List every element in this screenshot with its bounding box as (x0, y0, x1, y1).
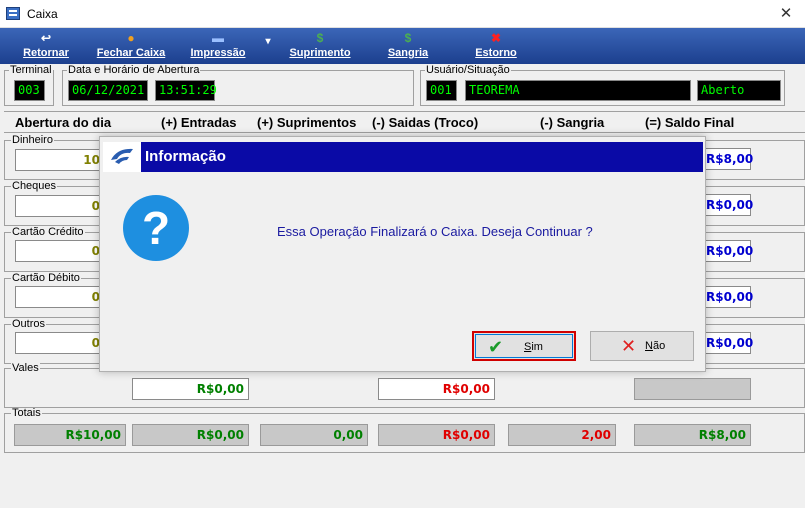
money-bag-icon: $ (404, 31, 412, 45)
confirmation-dialog: Informação ? Essa Operação Finalizará o … (99, 136, 706, 372)
printer-icon: ▬ (212, 31, 224, 45)
vales-saldo-field (634, 378, 751, 400)
red-x-icon: ✖ (490, 31, 502, 45)
header-sangria: (-) Sangria (540, 115, 605, 130)
usuario-label: Usuário/Situação (425, 64, 511, 76)
row-vales: Vales R$0,00 R$0,00 (4, 363, 805, 408)
debito-abertura-field[interactable]: 0 (15, 286, 105, 308)
dialog-body: ? Essa Operação Finalizará o Caixa. Dese… (103, 172, 704, 368)
undo-icon: ↩ (40, 31, 52, 45)
outros-abertura-field[interactable]: 0 (15, 332, 105, 354)
dialog-title: Informação (141, 142, 703, 172)
abertura-date-field: 06/12/2021 (68, 80, 148, 101)
terminal-label: Terminal (9, 64, 53, 76)
credito-abertura-field[interactable]: 0 (15, 240, 105, 262)
header-abertura: Abertura do dia (15, 115, 112, 130)
total-entradas: R$0,00 (132, 424, 249, 446)
money-bag-icon: $ (316, 31, 324, 45)
brand-logo-icon (103, 142, 141, 172)
cash-register-icon (6, 7, 20, 20)
abertura-time-field: 13:51:29 (155, 80, 217, 101)
suprimento-button[interactable]: $ Suprimento (286, 28, 354, 64)
estorno-button[interactable]: ✖ Estorno (472, 28, 520, 64)
close-icon: ✕ (621, 336, 637, 356)
impressao-button[interactable]: ▬ Impressão (186, 28, 250, 64)
impressao-dropdown-icon[interactable]: ▾ (262, 36, 274, 48)
nao-button[interactable]: ✕ Não (590, 331, 694, 361)
fechar-caixa-button[interactable]: ● Fechar Caixa (94, 28, 168, 64)
usuario-name-field: TEOREMA (465, 80, 691, 101)
header-saidas: (-) Saidas (Troco) (372, 115, 479, 130)
dialog-message: Essa Operação Finalizará o Caixa. Deseja… (277, 224, 593, 239)
close-icon[interactable]: ✕ (773, 3, 799, 25)
vales-entradas-field: R$0,00 (132, 378, 249, 400)
total-saldo: R$8,00 (634, 424, 751, 446)
terminal-field: 003 (14, 80, 45, 101)
usuario-code-field: 001 (426, 80, 457, 101)
credito-saldo-field: R$0,00 (705, 240, 753, 262)
cheques-saldo-field: R$0,00 (705, 194, 753, 216)
title-bar: Caixa ✕ (0, 0, 805, 28)
coins-icon: ● (127, 31, 135, 45)
debito-saldo-field: R$0,00 (705, 286, 753, 308)
header-entradas: (+) Entradas (161, 115, 237, 130)
column-headers: Abertura do dia (+) Entradas (+) Suprime… (4, 111, 805, 133)
header-suprimentos: (+) Suprimentos (257, 115, 357, 130)
dinheiro-saldo-field: R$8,00 (705, 148, 753, 170)
header-saldo: (=) Saldo Final (645, 115, 735, 130)
dinheiro-abertura-field[interactable]: 10 (15, 149, 105, 171)
retornar-button[interactable]: ↩ Retornar (20, 28, 72, 64)
dialog-header: Informação (100, 142, 705, 172)
total-saidas: R$0,00 (378, 424, 495, 446)
sangria-button[interactable]: $ Sangria (384, 28, 432, 64)
total-sangria: 2,00 (508, 424, 616, 446)
situacao-field: Aberto (697, 80, 781, 101)
cheques-abertura-field[interactable]: 0 (15, 195, 105, 217)
vales-saidas-field: R$0,00 (378, 378, 495, 400)
row-totais: Totais R$10,00 R$0,00 0,00 R$0,00 2,00 R… (4, 408, 805, 453)
total-suprimentos: 0,00 (260, 424, 368, 446)
question-icon: ? (123, 195, 189, 261)
total-abertura: R$10,00 (14, 424, 126, 446)
outros-saldo-field: R$0,00 (705, 332, 753, 354)
sim-button[interactable]: ✔ Sim (472, 331, 576, 361)
check-icon: ✔ (488, 337, 504, 357)
toolbar: ↩ Retornar ● Fechar Caixa ▬ Impressão ▾ … (0, 28, 805, 64)
window-title: Caixa (27, 7, 58, 21)
abertura-label: Data e Horário de Abertura (67, 64, 201, 76)
